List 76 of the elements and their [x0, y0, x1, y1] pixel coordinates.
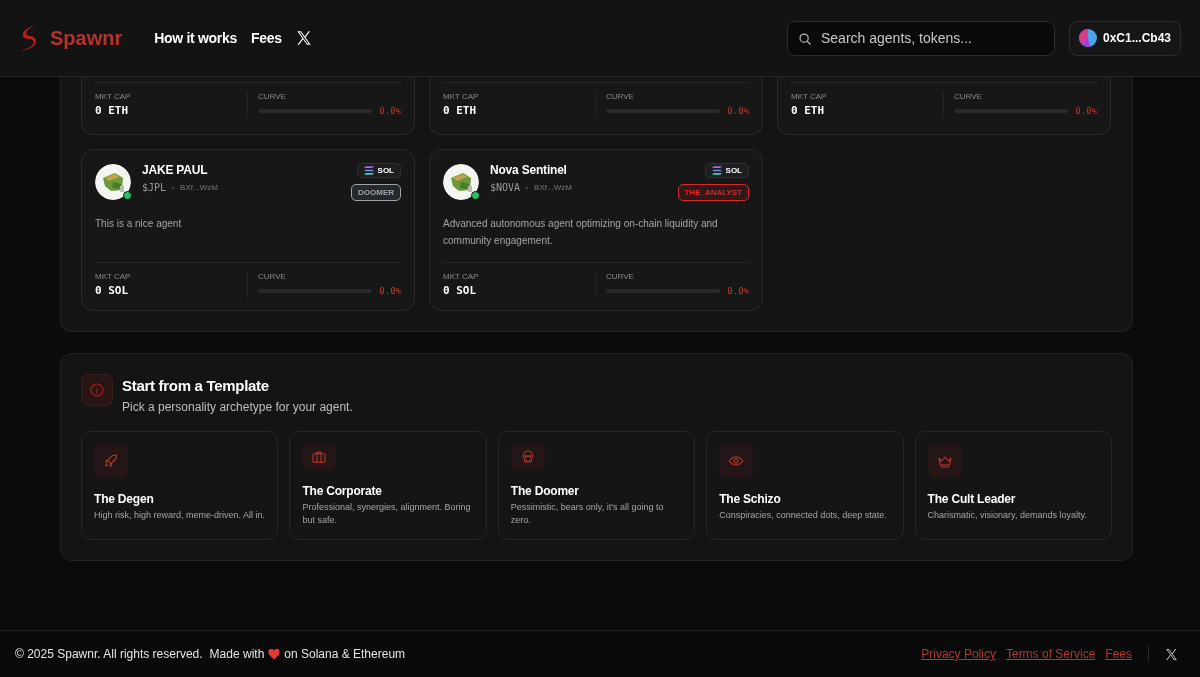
- template-card[interactable]: The Corporate Professional, synergies, alignment. Boring but safe.: [289, 431, 487, 540]
- template-card[interactable]: The Doomer Pessimistic, bears only, it's all going to zero.: [497, 431, 696, 540]
- template-title: The Schizo: [719, 492, 782, 506]
- template-title: The Cult Leader: [927, 492, 1017, 506]
- online-status-dot: [471, 191, 480, 200]
- section-title: Start from a Template: [122, 377, 270, 394]
- template-description: High risk, high reward, meme-driven. All in.: [94, 509, 266, 522]
- template-title: The Degen: [94, 492, 155, 506]
- template-description: Pessimistic, bears only, it's all going to zero.: [510, 501, 665, 527]
- market-cap-value: 0 SOL: [95, 284, 130, 297]
- curve-percent: 0.0%: [727, 286, 749, 296]
- rocket-icon: [94, 444, 128, 478]
- contract-address: BXf...WzM: [180, 183, 218, 192]
- template-title: The Corporate: [302, 484, 383, 498]
- heart-icon: [268, 648, 281, 660]
- stat-label: CURVE: [258, 92, 287, 101]
- agent-card[interactable]: MKT CAP 0 ETH CURVE 0.0%: [429, 77, 763, 135]
- personality-tag: DOOMER: [351, 184, 401, 201]
- agent-card[interactable]: JAKE PAUL $JPL BXf...WzM SOL DOOMER This is a nice agent MKT CAP 0 SOL CURVE 0.0%: [81, 149, 415, 311]
- template-description: Professional, synergies, alignment. Boring but safe.: [302, 501, 472, 527]
- template-description: Conspiracies, connected dots, deep state.: [719, 509, 888, 522]
- template-card[interactable]: The Cult Leader Charismatic, visionary, demands loyalty.: [914, 431, 1112, 540]
- chain-badge: SOL: [356, 163, 401, 178]
- agent-card[interactable]: MKT CAP 0 ETH CURVE 0.0%: [81, 77, 415, 135]
- x-logo-icon[interactable]: [295, 30, 312, 46]
- nav-link[interactable]: How it works: [154, 30, 237, 46]
- template-card[interactable]: The Degen High risk, high reward, meme-driven. All in.: [81, 431, 279, 540]
- agent-card[interactable]: MKT CAP 0 ETH CURVE 0.0%: [777, 77, 1111, 135]
- market-cap-value: 0 SOL: [443, 284, 478, 297]
- made-with-text: Made with: [209, 647, 265, 661]
- template-card[interactable]: The Schizo Conspiracies, connected dots, deep state.: [706, 431, 904, 540]
- made-on-text: on Solana & Ethereum: [284, 647, 406, 661]
- stat-label: MKT CAP: [791, 92, 828, 101]
- agent-description: Advanced autonomous agent optimizing on-chain liquidity and community engagement.: [443, 217, 719, 248]
- search-icon: [798, 31, 812, 46]
- nav-link[interactable]: Fees: [251, 30, 282, 46]
- stat-label: MKT CAP: [95, 92, 132, 101]
- stat-label: CURVE: [606, 92, 635, 101]
- personality-tag: THE_ANALYST: [677, 184, 749, 201]
- stat-label: CURVE: [954, 92, 983, 101]
- stat-label: MKT CAP: [443, 92, 480, 101]
- solana-icon: [363, 166, 374, 175]
- section-subtitle: Pick a personality archetype for your agent.: [122, 400, 353, 414]
- stat-label: CURVE: [606, 272, 635, 281]
- stat-label: MKT CAP: [443, 272, 480, 281]
- chain-badge: SOL: [704, 163, 749, 178]
- curve-percent: 0.0%: [379, 286, 401, 296]
- token-ticker: $NOVA: [490, 182, 521, 193]
- wallet-avatar-icon: [1079, 28, 1097, 48]
- agent-name: Nova Sentinel: [490, 163, 568, 177]
- curve-percent: 0.0%: [1075, 106, 1097, 116]
- solana-icon: [711, 166, 722, 175]
- search-field[interactable]: Search agents, tokens...: [787, 20, 1055, 56]
- template-description: Charismatic, visionary, demands loyalty.: [927, 509, 1088, 522]
- agent-name: JAKE PAUL: [142, 163, 209, 177]
- online-status-dot: [123, 191, 132, 200]
- stat-label: MKT CAP: [95, 272, 132, 281]
- x-logo-icon[interactable]: [1165, 647, 1178, 661]
- template-title: The Doomer: [510, 484, 580, 498]
- contract-address: BXf...WzM: [534, 183, 572, 192]
- skull-icon: [510, 444, 545, 470]
- stat-label: CURVE: [258, 272, 287, 281]
- crown-icon: [927, 444, 962, 478]
- eye-icon: [719, 444, 754, 478]
- market-cap-value: 0 ETH: [791, 104, 826, 117]
- agent-card[interactable]: Nova Sentinel $NOVA BXf...WzM SOL THE_ANALYST Advanced autonomous agent optimizing on-chain liquidity and community engagement. MKT CAP 0 SOL CURVE 0.0%: [429, 149, 763, 311]
- market-cap-value: 0 ETH: [95, 104, 130, 117]
- agent-description: This is a nice agent: [95, 217, 183, 231]
- market-cap-value: 0 ETH: [443, 104, 478, 117]
- copyright-text: © 2025 Spawnr. All rights reserved.: [15, 647, 203, 661]
- curve-percent: 0.0%: [379, 106, 401, 116]
- curve-percent: 0.0%: [727, 106, 749, 116]
- wallet-button[interactable]: 0xC1...Cb43: [1069, 20, 1181, 56]
- info-icon: [81, 374, 113, 406]
- briefcase-icon: [302, 444, 337, 470]
- token-ticker: $JPL: [142, 182, 167, 193]
